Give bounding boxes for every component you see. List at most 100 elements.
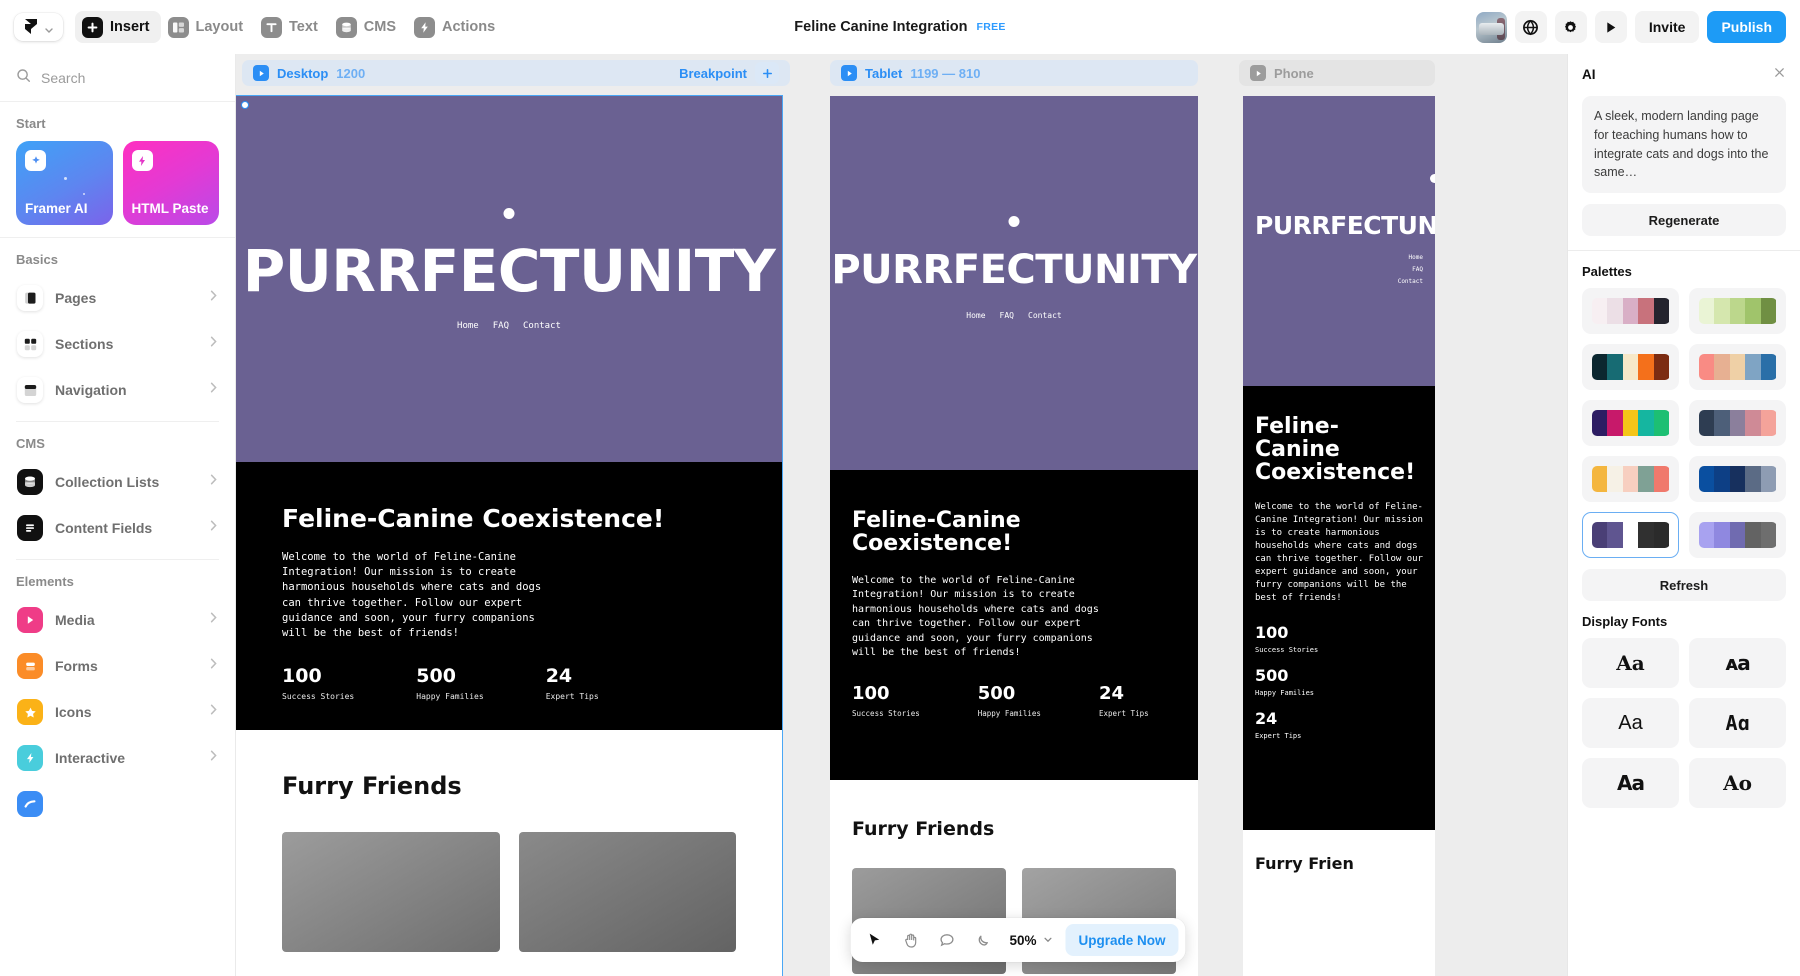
nav-link-faq[interactable]: FAQ: [1412, 266, 1423, 273]
font-option[interactable]: Aa: [1582, 698, 1679, 748]
sidebar-item-collection-lists[interactable]: Collection Lists: [10, 459, 225, 505]
chevron-right-icon: [209, 611, 218, 629]
font-option[interactable]: Aa: [1582, 638, 1679, 688]
refresh-button[interactable]: Refresh: [1582, 569, 1786, 601]
stats-row: 100 Success Stories 500 Happy Families 2…: [852, 683, 1176, 718]
breakpoint-tab-phone[interactable]: Phone: [1239, 60, 1435, 86]
frame-tablet[interactable]: PURRFECTUNITY Home FAQ Contact Feline-Ca…: [830, 96, 1198, 976]
breakpoint-tab-desktop[interactable]: Desktop 1200 Breakpoint: [242, 60, 790, 86]
sidebar-item-label: Collection Lists: [55, 474, 160, 490]
palette-option[interactable]: [1582, 288, 1679, 334]
zoom-control[interactable]: 50%: [1005, 933, 1053, 948]
stat-label: Expert Tips: [545, 692, 599, 702]
gear-icon[interactable]: [1554, 11, 1587, 43]
play-icon: [841, 65, 857, 81]
play-icon[interactable]: [1594, 11, 1627, 43]
heading-line-2: Coexistence!: [852, 530, 1013, 556]
nav-link-faq[interactable]: FAQ: [493, 321, 509, 331]
sidebar-section-start: Start Framer AI HTML Paste: [0, 102, 235, 233]
toolbar-tab-actions[interactable]: Actions: [407, 11, 506, 43]
nav-link-home[interactable]: Home: [1409, 254, 1423, 261]
palette-option[interactable]: [1689, 512, 1786, 558]
sidebar-item-sections[interactable]: Sections: [10, 321, 225, 367]
palette-option-selected[interactable]: [1582, 512, 1679, 558]
palette-option[interactable]: [1689, 456, 1786, 502]
publish-button[interactable]: Publish: [1707, 11, 1786, 43]
invite-button[interactable]: Invite: [1634, 11, 1700, 43]
toolbar-tab-insert[interactable]: Insert: [75, 11, 161, 43]
photo-card: [518, 832, 736, 952]
framer-logo-menu[interactable]: [14, 13, 63, 41]
font-option[interactable]: ᴀa: [1689, 638, 1786, 688]
close-icon[interactable]: [1773, 66, 1786, 82]
palette-swatch: [1591, 298, 1670, 324]
chevron-right-icon: [209, 703, 218, 721]
globe-icon[interactable]: [1514, 11, 1547, 43]
start-card-html-paste[interactable]: HTML Paste: [122, 141, 219, 225]
frame-phone[interactable]: PURRFECTUNITY Home FAQ Contact Feline-Ca…: [1243, 96, 1435, 976]
heading-line-1: Feline-Canine: [852, 508, 1021, 533]
ai-prompt-text[interactable]: A sleek, modern landing page for teachin…: [1582, 96, 1786, 193]
breakpoint-tab-tablet[interactable]: Tablet 1199 — 810: [830, 60, 1198, 86]
search-input[interactable]: [41, 69, 219, 86]
search-row: [0, 54, 235, 102]
nav-link-faq[interactable]: FAQ: [1000, 311, 1014, 320]
palette-option[interactable]: [1582, 456, 1679, 502]
furry-friends-section: Furry Friends: [236, 730, 782, 976]
chevron-right-icon: [209, 519, 218, 537]
design-canvas[interactable]: Desktop 1200 Breakpoint Tablet 1199 — 81…: [236, 54, 1800, 976]
intro-section: Feline-Canine Coexistence! Welcome to th…: [236, 462, 782, 730]
palette-option[interactable]: [1689, 400, 1786, 446]
sidebar-item-content-fields[interactable]: Content Fields: [10, 505, 225, 551]
sidebar-item-media[interactable]: Media: [10, 597, 225, 643]
section-title: Elements: [16, 574, 74, 589]
stat-number: 100: [1255, 623, 1289, 642]
moon-icon[interactable]: [965, 924, 999, 956]
nav-link-home[interactable]: Home: [966, 311, 985, 320]
palette-option[interactable]: [1582, 400, 1679, 446]
chevron-right-icon: [209, 381, 218, 399]
regenerate-button[interactable]: Regenerate: [1582, 204, 1786, 236]
sidebar-item-icons[interactable]: Icons: [10, 689, 225, 735]
sidebar-item-forms[interactable]: Forms: [10, 643, 225, 689]
font-option[interactable]: Ao: [1689, 758, 1786, 808]
photo-card: [282, 832, 500, 952]
toolbar-tab-layout[interactable]: Layout: [161, 11, 255, 43]
stat-item: 24 Expert Tips: [546, 665, 599, 701]
toolbar-tab-cms[interactable]: CMS: [329, 11, 407, 43]
palette-swatch: [1591, 466, 1670, 492]
palette-option[interactable]: [1689, 288, 1786, 334]
sidebar-item-navigation[interactable]: Navigation: [10, 367, 225, 413]
nav-link-home[interactable]: Home: [457, 321, 479, 331]
font-option[interactable]: Aɑ: [1689, 698, 1786, 748]
font-option[interactable]: Aa: [1582, 758, 1679, 808]
sidebar-item-pages[interactable]: Pages: [10, 275, 225, 321]
breakpoint-add-group[interactable]: Breakpoint: [679, 62, 779, 84]
stat-item: 500 Happy Families: [416, 665, 483, 701]
intro-section: Feline-Canine Coexistence! Welcome to th…: [1243, 386, 1435, 830]
navigation-icon: [17, 377, 43, 403]
palette-option[interactable]: [1582, 344, 1679, 390]
selection-handle[interactable]: [241, 101, 249, 109]
upgrade-now-button[interactable]: Upgrade Now: [1065, 924, 1179, 956]
section-body: Welcome to the world of Feline-Canine In…: [852, 574, 1099, 659]
sidebar-item-partial[interactable]: [10, 781, 225, 827]
sidebar-item-interactive[interactable]: Interactive: [10, 735, 225, 781]
stat-label: Success Stories: [852, 708, 920, 718]
comment-icon[interactable]: [929, 924, 963, 956]
furry-friends-heading: Furry Friends: [282, 772, 462, 800]
toolbar-tab-text[interactable]: Text: [254, 11, 329, 43]
frame-desktop[interactable]: PURRFECTUNITY Home FAQ Contact Feline-Ca…: [236, 95, 783, 976]
avatar[interactable]: [1475, 11, 1507, 43]
add-breakpoint-button[interactable]: [755, 62, 779, 84]
nav-link-contact[interactable]: Contact: [523, 321, 561, 331]
hand-icon[interactable]: [893, 924, 927, 956]
start-card-framer-ai[interactable]: Framer AI: [16, 141, 113, 225]
nav-link-contact[interactable]: Contact: [1028, 311, 1062, 320]
layout-icon: [167, 16, 189, 38]
cursor-icon[interactable]: [857, 924, 891, 956]
nav-link-contact[interactable]: Contact: [1398, 278, 1423, 285]
intro-section: Feline-Canine Coexistence! Welcome to th…: [830, 470, 1198, 780]
palette-option[interactable]: [1689, 344, 1786, 390]
furry-friends-heading: Furry Frien: [1255, 854, 1354, 873]
